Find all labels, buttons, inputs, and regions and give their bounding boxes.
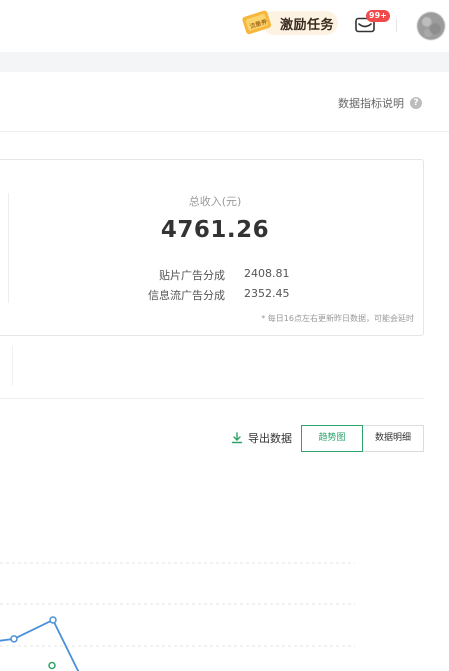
breakdown-value: 2408.81 — [244, 267, 290, 280]
chart-series-layer — [0, 616, 80, 671]
total-revenue-label: 总收入(元) — [188, 195, 242, 208]
coupon-icon: 流量券 — [238, 6, 278, 40]
question-icon: ? — [410, 97, 422, 109]
section-divider — [0, 398, 424, 399]
export-data-button[interactable]: 导出数据 — [231, 430, 292, 446]
breakdown-label: 信息流广告分成 — [148, 289, 225, 302]
view-toggle: 趋势图 数据明细 — [301, 425, 424, 452]
data-point[interactable] — [49, 616, 57, 624]
top-bar: 流量券 激励任务 99+ — [0, 0, 449, 52]
section-gap — [0, 52, 449, 72]
data-point[interactable] — [48, 661, 56, 670]
revenue-card — [0, 159, 424, 336]
unread-count-badge: 99+ — [366, 10, 390, 22]
avatar[interactable] — [417, 12, 445, 40]
breakdown-value: 2352.45 — [244, 287, 290, 300]
metric-help-label: 数据指标说明 — [338, 97, 404, 110]
total-revenue-value: 4761.26 — [160, 217, 270, 243]
incentive-task-label: 激励任务 — [280, 17, 335, 33]
update-footnote: * 每日16点左右更新昨日数据，可能会延时 — [261, 314, 414, 323]
breakdown-label: 贴片广告分成 — [159, 269, 225, 282]
metric-help-link[interactable]: 数据指标说明 ? — [338, 95, 422, 111]
card-divider — [8, 193, 9, 303]
download-icon — [231, 432, 243, 444]
export-data-label: 导出数据 — [248, 432, 292, 445]
trend-chart — [0, 562, 355, 671]
tab-divider — [12, 346, 13, 386]
trend-chart-tab[interactable]: 趋势图 — [301, 425, 363, 452]
data-point[interactable] — [10, 635, 18, 643]
data-detail-tab[interactable]: 数据明细 — [363, 425, 424, 452]
topbar-divider — [396, 18, 397, 32]
incentive-task-button[interactable]: 流量券 激励任务 — [238, 6, 338, 40]
